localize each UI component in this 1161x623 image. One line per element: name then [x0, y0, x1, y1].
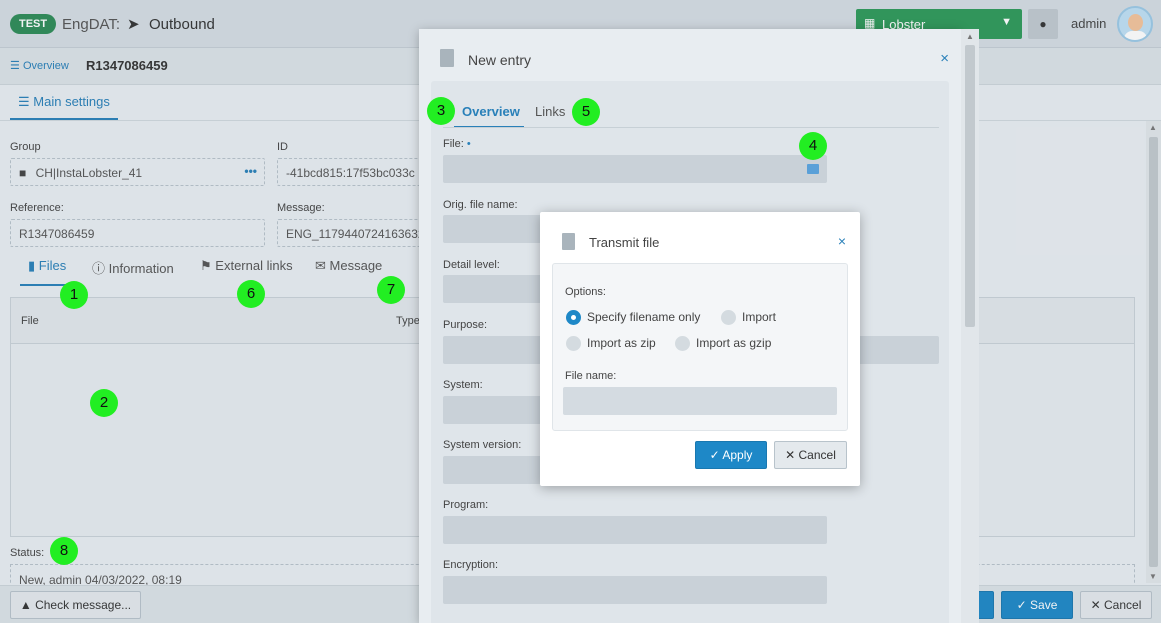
file-input[interactable]	[443, 155, 827, 183]
transmit-options-panel: Options: Specify filename only Import Im…	[552, 263, 848, 431]
dialog-scrollbar[interactable]: ▲	[961, 29, 979, 623]
orig-file-name-label: Orig. file name:	[443, 199, 518, 211]
cancel-button[interactable]: ✕ Cancel	[774, 441, 847, 469]
encryption-input[interactable]	[443, 576, 827, 604]
options-label: Options:	[565, 286, 606, 298]
callout-marker-6: 6	[237, 280, 265, 308]
file-name-input[interactable]	[563, 387, 837, 415]
purpose-label: Purpose:	[443, 319, 488, 331]
callout-marker-1: 1	[60, 281, 88, 309]
radio-specify-filename-only[interactable]	[566, 310, 581, 325]
document-icon	[562, 233, 575, 250]
document-icon	[440, 49, 454, 67]
required-marker: •	[466, 138, 471, 150]
encryption-label: Encryption:	[443, 559, 499, 571]
radio-label[interactable]: Import as gzip	[696, 336, 771, 350]
radio-import[interactable]	[721, 310, 736, 325]
radio-label[interactable]: Import	[742, 310, 776, 324]
scroll-up-arrow[interactable]: ▲	[966, 32, 974, 41]
callout-marker-3: 3	[427, 97, 455, 125]
radio-label[interactable]: Import as zip	[587, 336, 656, 350]
detail-level-label: Detail level:	[443, 259, 500, 271]
dialog-title: New entry	[468, 52, 532, 68]
dialog-title: Transmit file	[589, 235, 660, 250]
radio-import-as-zip[interactable]	[566, 336, 581, 351]
close-icon[interactable]: ×	[940, 50, 949, 67]
file-select-icon[interactable]	[807, 164, 819, 174]
tab-overview[interactable]: Overview	[462, 104, 520, 119]
radio-label[interactable]: Specify filename only	[587, 310, 700, 324]
apply-button[interactable]: ✓ Apply	[695, 441, 767, 469]
file-name-label: File name:	[565, 370, 617, 382]
system-label: System:	[443, 379, 483, 391]
callout-marker-7: 7	[377, 276, 405, 304]
close-icon[interactable]: ×	[838, 233, 846, 249]
callout-marker-2: 2	[90, 389, 118, 417]
file-label: File: •	[443, 138, 471, 150]
scroll-thumb[interactable]	[965, 45, 975, 327]
transmit-file-dialog: Transmit file × Options: Specify filenam…	[540, 212, 860, 486]
close-icon: ✕	[785, 448, 796, 462]
callout-marker-8: 8	[50, 537, 78, 565]
callout-marker-4: 4	[799, 132, 827, 160]
callout-marker-5: 5	[572, 98, 600, 126]
tab-links[interactable]: Links	[535, 104, 565, 119]
tab-divider	[443, 127, 939, 128]
radio-import-as-gzip[interactable]	[675, 336, 690, 351]
check-icon: ✓	[709, 448, 720, 462]
system-version-label: System version:	[443, 439, 522, 451]
program-input[interactable]	[443, 516, 827, 544]
program-label: Program:	[443, 499, 489, 511]
